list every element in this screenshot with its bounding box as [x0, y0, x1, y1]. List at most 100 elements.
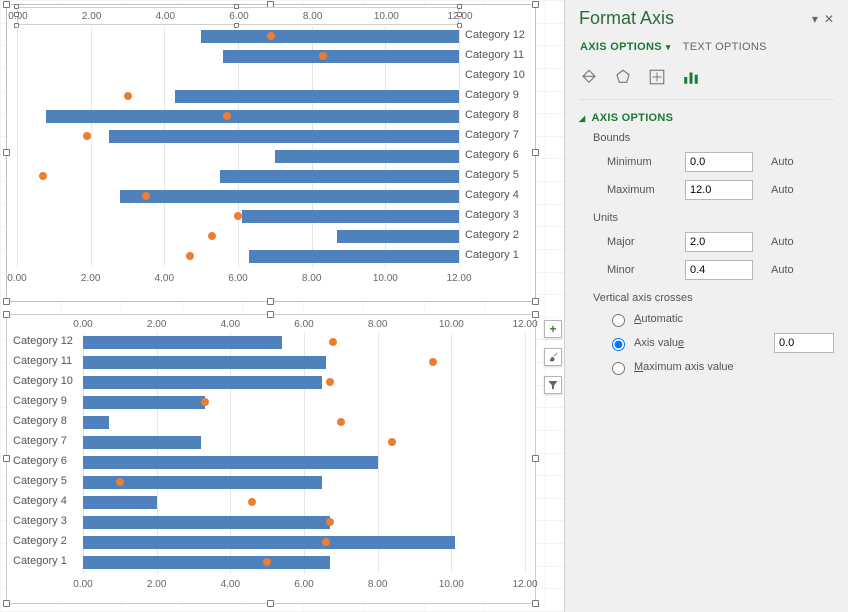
panel-options-icon[interactable]: ▾ — [812, 12, 818, 26]
chart-top[interactable]: 0.002.004.006.008.0010.0012.00 Category 1… — [6, 4, 536, 302]
auto-max[interactable]: Auto — [771, 184, 794, 196]
bar[interactable] — [83, 416, 109, 429]
bar[interactable] — [46, 110, 459, 123]
bar[interactable] — [83, 556, 330, 569]
resize-handle[interactable] — [3, 311, 10, 318]
resize-handle[interactable] — [532, 455, 539, 462]
plot-area[interactable]: Category 12Category 11Category 10Categor… — [17, 27, 459, 267]
bar[interactable] — [337, 230, 459, 243]
section-axis-options[interactable]: ◢AXIS OPTIONS — [579, 112, 834, 124]
input-maximum[interactable] — [685, 180, 753, 200]
chevron-down-icon: ▾ — [666, 42, 671, 53]
category-label: Category 9 — [465, 89, 519, 101]
input-major[interactable] — [685, 232, 753, 252]
radio-axis-value[interactable] — [612, 338, 625, 351]
bar[interactable] — [242, 210, 459, 223]
resize-handle[interactable] — [3, 455, 10, 462]
auto-major[interactable]: Auto — [771, 236, 794, 248]
pentagon-icon[interactable] — [613, 67, 633, 87]
chart-filters-button[interactable] — [544, 376, 562, 394]
marker[interactable] — [186, 252, 194, 260]
plot-area[interactable]: Category 12Category 11Category 10Categor… — [83, 333, 525, 573]
marker[interactable] — [124, 92, 132, 100]
marker[interactable] — [319, 52, 327, 60]
resize-handle[interactable] — [532, 298, 539, 305]
size-props-icon[interactable] — [647, 67, 667, 87]
marker[interactable] — [142, 192, 150, 200]
marker[interactable] — [39, 172, 47, 180]
marker[interactable] — [223, 112, 231, 120]
resize-handle[interactable] — [234, 4, 239, 9]
label-radio-axis-value[interactable]: Axis value — [634, 337, 684, 349]
bar[interactable] — [83, 336, 282, 349]
category-label: Category 4 — [465, 189, 519, 201]
bar[interactable] — [109, 130, 459, 143]
fill-bucket-icon[interactable] — [579, 67, 599, 87]
bar[interactable] — [83, 396, 205, 409]
auto-min[interactable]: Auto — [771, 156, 794, 168]
tab-text-options[interactable]: TEXT OPTIONS — [682, 39, 768, 55]
bar[interactable] — [83, 436, 201, 449]
radio-automatic[interactable] — [612, 314, 625, 327]
marker[interactable] — [248, 498, 256, 506]
marker[interactable] — [234, 212, 242, 220]
bar[interactable] — [83, 496, 157, 509]
label-radio-max-value[interactable]: Maximum axis value — [634, 361, 734, 373]
x-axis-top[interactable]: 0.002.004.006.008.0010.0012.00 — [83, 317, 525, 331]
category-label: Category 6 — [13, 455, 67, 467]
bar[interactable] — [83, 376, 322, 389]
marker[interactable] — [83, 132, 91, 140]
resize-handle[interactable] — [3, 149, 10, 156]
input-minor[interactable] — [685, 260, 753, 280]
resize-handle[interactable] — [14, 4, 19, 9]
bar[interactable] — [83, 516, 330, 529]
marker[interactable] — [429, 358, 437, 366]
marker[interactable] — [388, 438, 396, 446]
bar[interactable] — [83, 456, 378, 469]
tick-label: 10.00 — [370, 273, 400, 284]
resize-handle[interactable] — [532, 149, 539, 156]
auto-minor[interactable]: Auto — [771, 264, 794, 276]
marker[interactable] — [337, 418, 345, 426]
bar[interactable] — [175, 90, 459, 103]
resize-handle[interactable] — [457, 4, 462, 9]
resize-handle[interactable] — [532, 1, 539, 8]
close-icon[interactable]: ✕ — [824, 12, 834, 26]
resize-handle[interactable] — [457, 12, 462, 17]
bar[interactable] — [120, 190, 459, 203]
chart-bottom[interactable]: 0.002.004.006.008.0010.0012.00 Category 1… — [6, 314, 536, 604]
bar[interactable] — [223, 50, 459, 63]
resize-handle[interactable] — [3, 1, 10, 8]
marker[interactable] — [326, 378, 334, 386]
input-minimum[interactable] — [685, 152, 753, 172]
radio-max-value[interactable] — [612, 362, 625, 375]
bar-chart-icon[interactable] — [681, 67, 701, 87]
x-axis-bottom[interactable]: 0.002.004.006.008.0010.0012.00 — [17, 271, 459, 285]
bar[interactable] — [83, 536, 455, 549]
resize-handle[interactable] — [267, 298, 274, 305]
bar[interactable] — [249, 250, 459, 263]
chart-elements-button[interactable]: + — [544, 320, 562, 338]
bar[interactable] — [220, 170, 459, 183]
resize-handle[interactable] — [532, 600, 539, 607]
tab-axis-options[interactable]: AXIS OPTIONS▾ — [579, 39, 672, 55]
resize-handle[interactable] — [3, 298, 10, 305]
x-axis-top[interactable]: 0.002.004.006.008.0010.0012.00 — [17, 7, 459, 25]
x-axis-bottom[interactable]: 0.002.004.006.008.0010.0012.00 — [83, 577, 525, 591]
marker[interactable] — [208, 232, 216, 240]
marker[interactable] — [329, 338, 337, 346]
resize-handle[interactable] — [267, 600, 274, 607]
bar[interactable] — [201, 30, 459, 43]
resize-handle[interactable] — [3, 600, 10, 607]
marker[interactable] — [326, 518, 334, 526]
marker[interactable] — [116, 478, 124, 486]
resize-handle[interactable] — [14, 12, 19, 17]
tick-label: 12.00 — [510, 579, 540, 590]
marker[interactable] — [201, 398, 209, 406]
chart-styles-button[interactable] — [544, 348, 562, 366]
bar[interactable] — [83, 356, 326, 369]
input-cross-value[interactable] — [774, 333, 834, 353]
label-radio-automatic[interactable]: Automatic — [634, 313, 683, 325]
bar[interactable] — [275, 150, 459, 163]
resize-handle[interactable] — [532, 311, 539, 318]
